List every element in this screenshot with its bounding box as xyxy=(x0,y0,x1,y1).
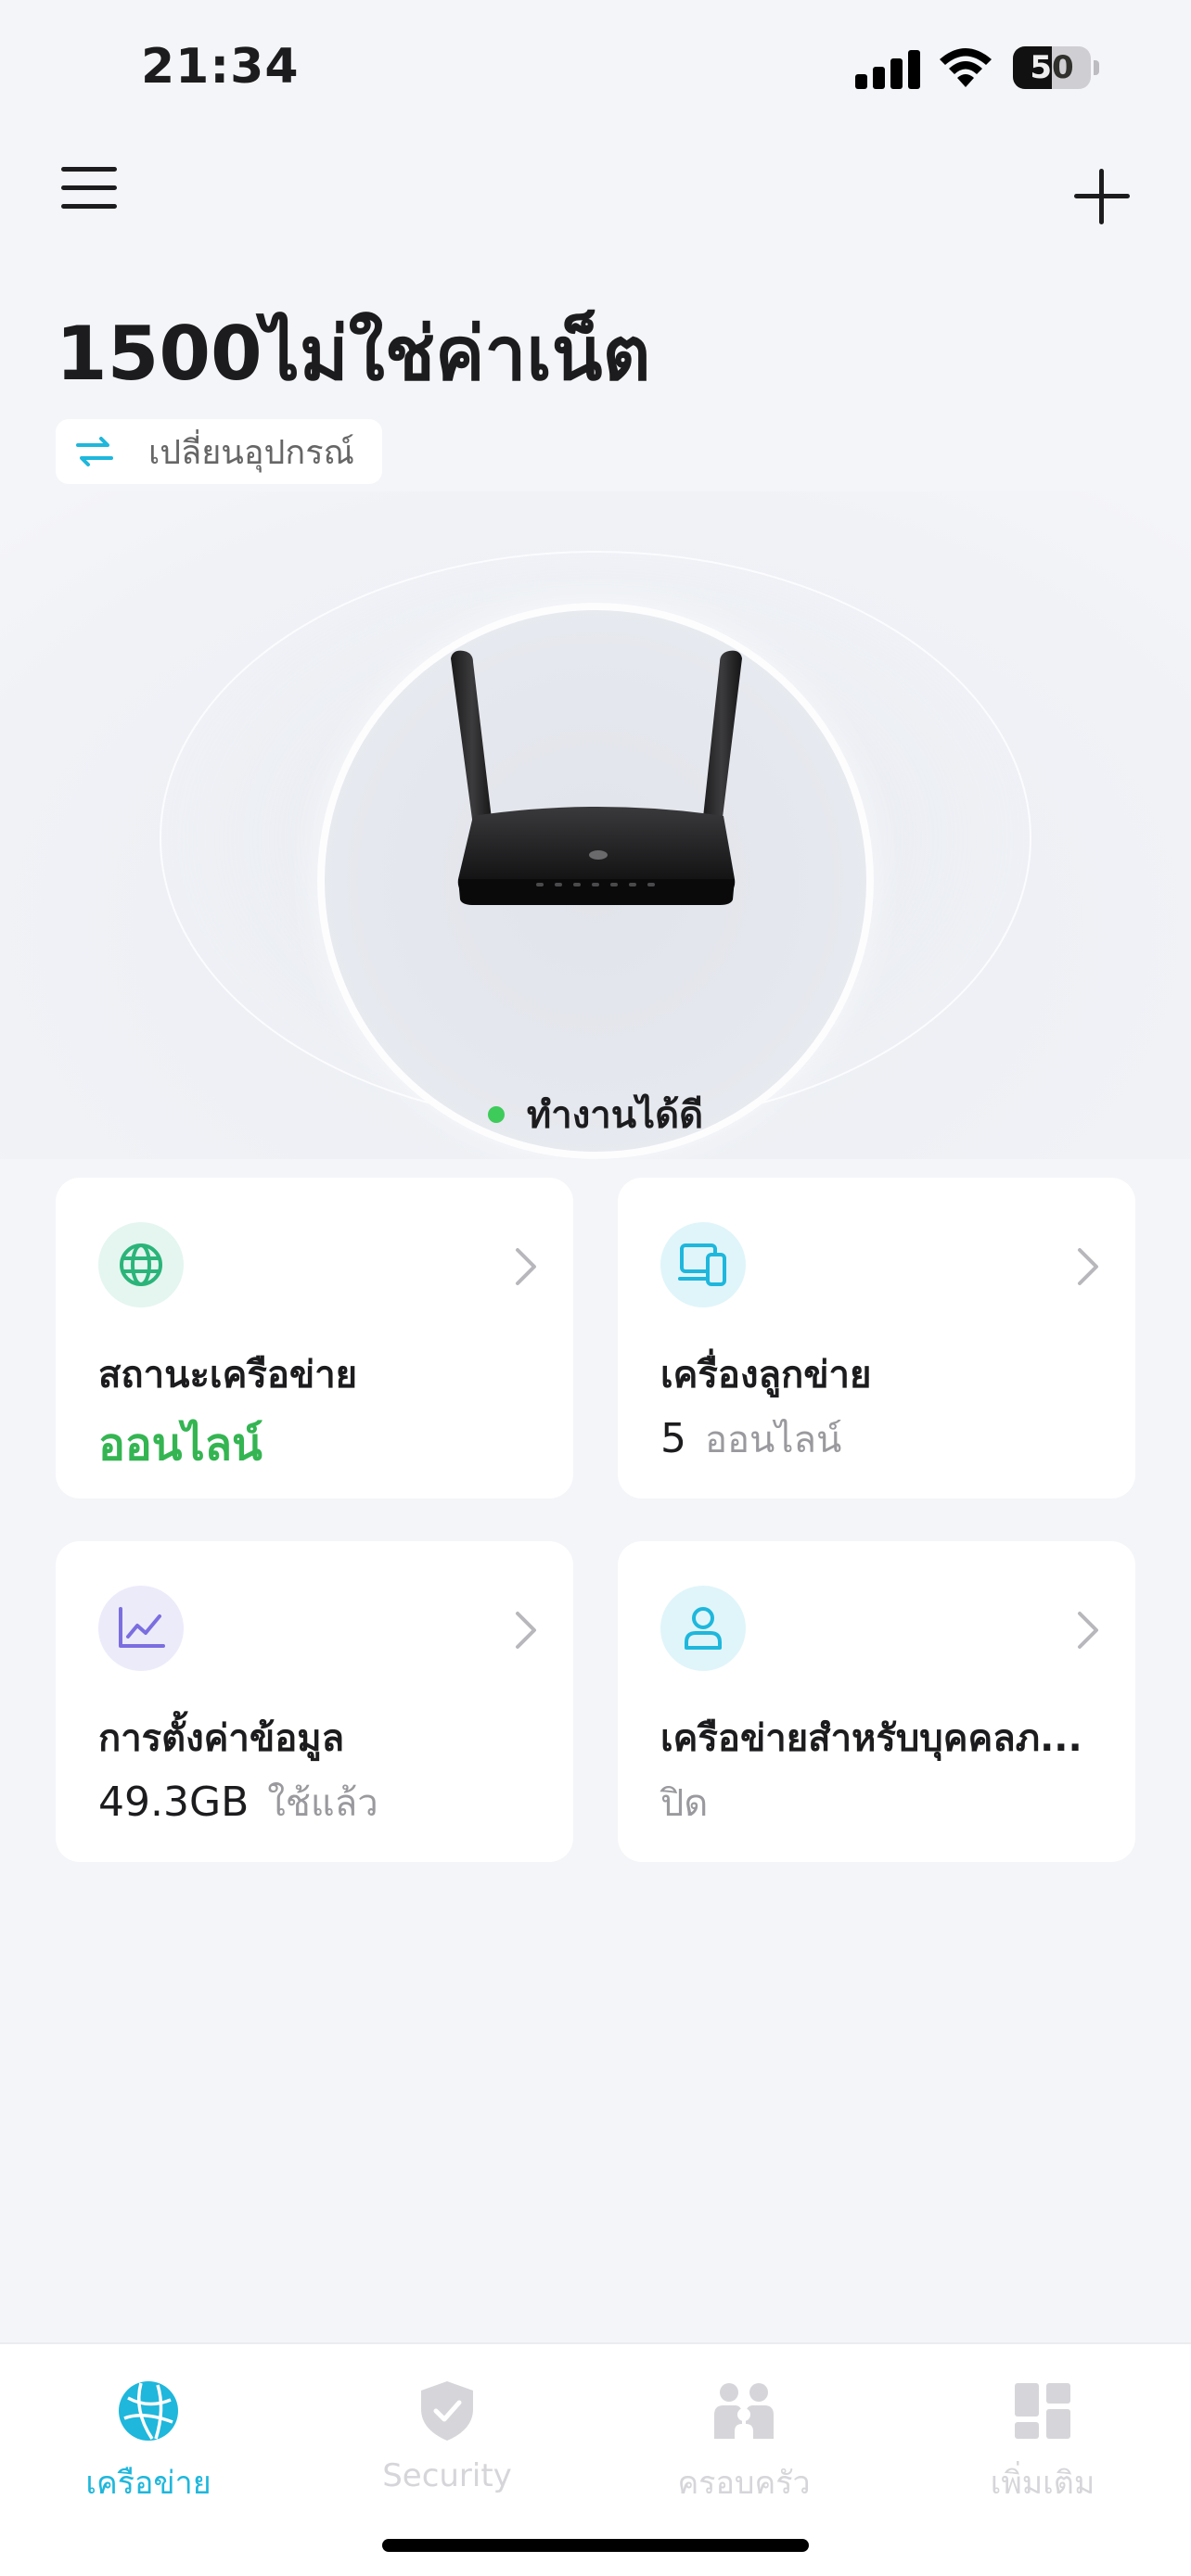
family-icon xyxy=(714,2383,774,2439)
network-globe-icon xyxy=(119,2381,178,2441)
switch-device-label: เปลี่ยนอุปกรณ์ xyxy=(148,433,354,472)
status-time: 21:34 xyxy=(141,39,300,95)
tab-network[interactable]: เครือข่าย xyxy=(19,2378,278,2507)
add-device-button[interactable] xyxy=(1069,163,1135,230)
globe-icon xyxy=(98,1222,184,1307)
person-icon xyxy=(660,1586,746,1671)
chevron-right-icon xyxy=(516,1248,536,1285)
device-name-title: 1500ไม่ใช่ค่าเน็ต xyxy=(56,311,651,397)
tab-label: เพิ่มเติม xyxy=(990,2465,1095,2502)
guest-network-card[interactable]: เครือข่ายสำหรับบุคคลภ... ปิด xyxy=(618,1541,1135,1862)
tab-label: ครอบครัว xyxy=(677,2465,811,2502)
card-title: การตั้งค่าข้อมูล xyxy=(98,1717,345,1760)
clients-card[interactable]: เครื่องลูกข่าย 5 ออนไลน์ xyxy=(618,1178,1135,1498)
tab-security[interactable]: Security xyxy=(317,2378,577,2507)
router-status: ทำงานได้ดี xyxy=(0,1085,1191,1144)
swap-arrows-icon xyxy=(76,437,113,466)
status-dot xyxy=(487,1106,505,1123)
router-hero xyxy=(0,491,1191,1159)
wifi-icon xyxy=(940,48,992,87)
guest-network-state: ปิด xyxy=(660,1782,709,1825)
tab-label: Security xyxy=(382,2457,512,2494)
tab-label: เครือข่าย xyxy=(85,2465,211,2502)
switch-device-button[interactable]: เปลี่ยนอุปกรณ์ xyxy=(56,419,382,484)
chevron-right-icon xyxy=(516,1612,536,1649)
cellular-signal-icon xyxy=(855,48,920,89)
data-used-unit: ใช้แล้ว xyxy=(267,1782,378,1825)
network-status-card[interactable]: สถานะเครือข่าย ออนไลน์ xyxy=(56,1178,573,1498)
devices-icon xyxy=(660,1222,746,1307)
clients-count: 5 xyxy=(660,1415,686,1462)
home-indicator xyxy=(382,2539,809,2552)
network-status-value: ออนไลน์ xyxy=(98,1419,263,1471)
app-screen: 21:34 50 1500ไม่ใช่ค่าเน็ต เปลี่ยนอุปกรณ… xyxy=(0,0,1191,2576)
tab-family[interactable]: ครอบครัว xyxy=(614,2378,874,2507)
data-settings-card[interactable]: การตั้งค่าข้อมูล 49.3GB ใช้แล้ว xyxy=(56,1541,573,1862)
clients-unit: ออนไลน์ xyxy=(705,1419,842,1461)
router-image xyxy=(451,650,742,905)
card-title: เครือข่ายสำหรับบุคคลภ... xyxy=(660,1717,1082,1760)
battery-icon: 50 xyxy=(1013,46,1099,89)
chevron-right-icon xyxy=(1078,1248,1098,1285)
card-title: สถานะเครือข่าย xyxy=(98,1354,358,1396)
menu-button[interactable] xyxy=(58,163,122,219)
shield-check-icon xyxy=(421,2381,473,2441)
battery-level: 50 xyxy=(1030,49,1074,86)
more-grid-icon xyxy=(1015,2383,1070,2439)
chevron-right-icon xyxy=(1078,1612,1098,1649)
card-title: เครื่องลูกข่าย xyxy=(660,1354,872,1396)
tab-more[interactable]: เพิ่มเติม xyxy=(913,2378,1172,2507)
router-status-text: ทำงานได้ดี xyxy=(526,1094,704,1137)
data-used-amount: 49.3GB xyxy=(98,1779,250,1826)
line-chart-icon xyxy=(98,1586,184,1671)
